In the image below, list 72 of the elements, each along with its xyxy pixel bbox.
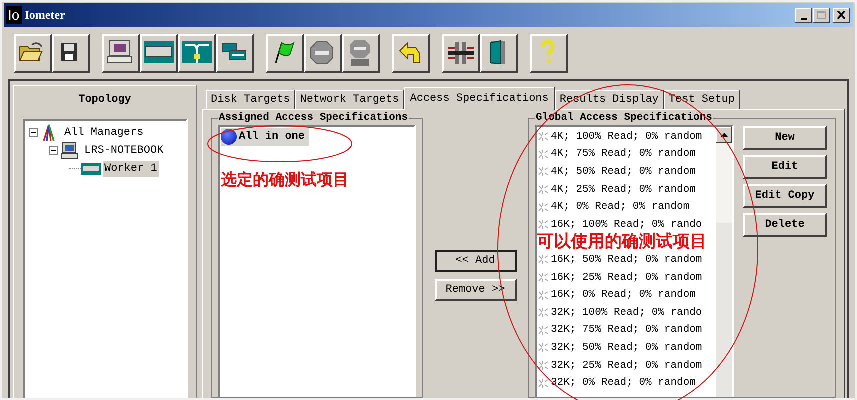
tree-item[interactable]: All Managers: [62, 124, 146, 140]
list-item[interactable]: 4K; 0% Read; 0% random: [551, 200, 690, 214]
sparkle-icon: [538, 360, 549, 372]
list-item[interactable]: All in one: [221, 128, 310, 146]
spec-button[interactable]: Delete: [743, 213, 827, 237]
list-item[interactable]: 32K; 50% Read; 0% random: [551, 340, 702, 355]
tree-item[interactable]: LRS-NOTEBOOK: [82, 142, 166, 158]
minimize-button[interactable]: [795, 8, 812, 22]
toolbar-button[interactable]: [14, 34, 52, 72]
toolbar-button[interactable]: [266, 34, 304, 72]
tree-item[interactable]: Worker 1: [102, 160, 160, 176]
annotation-text: 选定的确测试项目: [221, 170, 349, 190]
list-item[interactable]: 4K; 50% Read; 0% random: [551, 164, 696, 179]
sparkle-icon: [538, 184, 549, 196]
add-button[interactable]: << Add: [434, 250, 516, 272]
toolbar-button[interactable]: [442, 34, 480, 72]
sparkle-icon: [538, 148, 549, 160]
spec-button[interactable]: Edit: [743, 155, 827, 179]
tab[interactable]: Access Specifications: [404, 87, 555, 110]
toolbar-button[interactable]: [392, 34, 430, 72]
sparkle-icon: [538, 202, 549, 213]
toolbar-button[interactable]: [342, 34, 380, 72]
toolbar-button[interactable]: [102, 34, 140, 72]
minimize-icon: [800, 18, 806, 20]
list-item[interactable]: 32K; 100% Read; 0% rando: [551, 306, 702, 320]
toolbar-button[interactable]: [216, 34, 254, 72]
annotation-text: 可以使用的确测试项目: [537, 234, 707, 251]
spec-button[interactable]: Edit Copy: [743, 184, 827, 208]
toolbar-button[interactable]: [178, 34, 216, 72]
toolbar-button[interactable]: [140, 34, 178, 72]
sparkle-icon: [538, 166, 549, 178]
sparkle-icon: [538, 342, 549, 354]
toolbar-button[interactable]: [304, 34, 342, 72]
app-logo: Io: [6, 6, 22, 24]
list-item[interactable]: 32K; 25% Read; 0% random: [551, 358, 702, 373]
maximize-icon: [817, 11, 826, 19]
scroll-thumb[interactable]: [716, 143, 732, 223]
list-item[interactable]: 4K; 75% Read; 0% random: [551, 147, 696, 162]
sparkle-icon: [538, 290, 549, 301]
list-item[interactable]: 16K; 50% Read; 0% random: [551, 252, 702, 267]
spec-button[interactable]: New: [743, 126, 827, 150]
vertical-scrollbar[interactable]: [716, 127, 732, 397]
close-icon: [837, 11, 846, 19]
sparkle-icon: [538, 131, 549, 142]
list-item[interactable]: 16K; 0% Read; 0% random: [551, 288, 696, 302]
sparkle-icon: [538, 307, 549, 318]
scroll-up-button[interactable]: [716, 127, 732, 143]
tab[interactable]: Network Targets: [295, 90, 404, 109]
collapse-icon[interactable]: [48, 146, 58, 155]
close-button[interactable]: [833, 8, 850, 22]
list-item[interactable]: 32K; 75% Read; 0% random: [551, 323, 702, 338]
sparkle-icon: [538, 254, 549, 266]
window-title: Iometer: [24, 7, 66, 24]
list-item[interactable]: 4K; 100% Read; 0% random: [551, 130, 702, 144]
toolbar-button[interactable]: [480, 34, 518, 72]
list-item[interactable]: 16K; 25% Read; 0% random: [551, 270, 702, 285]
toolbar-button[interactable]: [52, 34, 90, 72]
group-title: Assigned Access Specifications: [218, 112, 410, 125]
sparkle-icon: [538, 219, 549, 230]
toolbar-button[interactable]: [530, 34, 568, 72]
list-item[interactable]: 4K; 25% Read; 0% random: [551, 182, 696, 197]
up-arrow-icon: [720, 133, 728, 137]
collapse-icon[interactable]: [28, 128, 38, 137]
maximize-button[interactable]: [813, 8, 830, 22]
expand-bars-icon: [446, 39, 476, 67]
tab[interactable]: Disk Targets: [206, 90, 296, 109]
sparkle-icon: [538, 378, 549, 389]
panel-title: Topology: [78, 93, 132, 108]
list-item[interactable]: 16K; 100% Read; 0% rando: [551, 218, 702, 232]
computer-icon: [60, 142, 80, 160]
sparkle-icon: [538, 324, 549, 336]
sparkle-icon: [538, 272, 549, 284]
